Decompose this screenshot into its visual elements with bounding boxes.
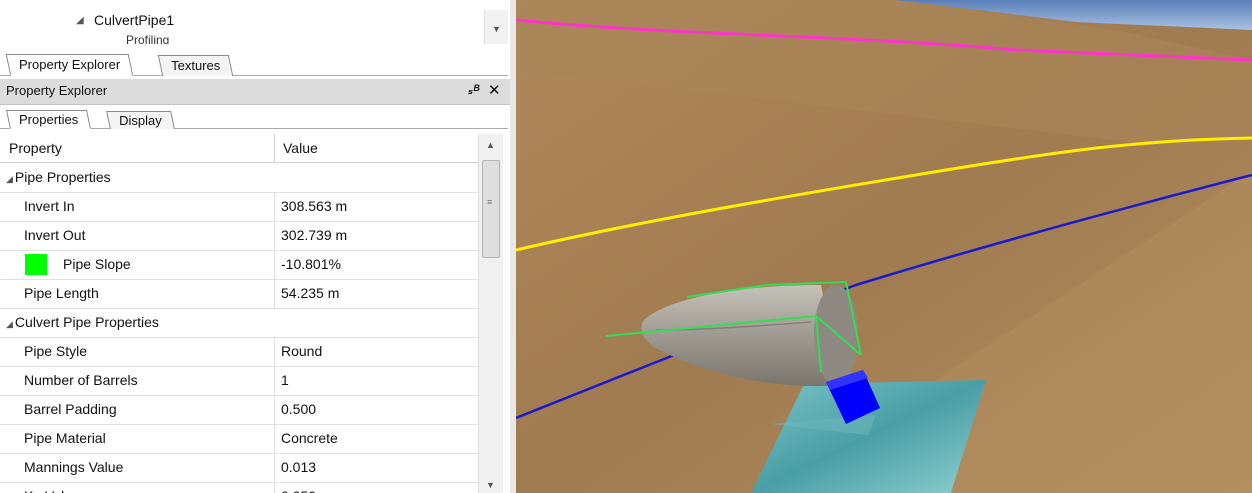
property-name-text: Pipe Style [24, 343, 88, 359]
outer-tab-bar: Textures Property Explorer [0, 51, 508, 76]
float-window-icon[interactable]: ₛ⁠ᴮ [468, 82, 479, 98]
collapse-triangle-icon[interactable]: ◢ [6, 174, 13, 184]
property-name-text: Pipe Material [24, 430, 106, 446]
property-name: Pipe Length [24, 285, 99, 301]
property-value[interactable]: Round [281, 343, 322, 359]
property-name: Pipe Slope [63, 256, 131, 272]
tree-item-label: CulvertPipe1 [94, 12, 175, 28]
tree-scrollbar[interactable]: ▼ [484, 10, 508, 44]
property-value[interactable]: -10.801% [281, 256, 341, 272]
collapse-triangle-icon[interactable]: ◢ [6, 319, 13, 329]
property-name-text: Invert Out [24, 227, 86, 243]
property-value[interactable]: 0.013 [281, 459, 316, 475]
property-value[interactable]: 54.235 m [281, 285, 339, 301]
grid-property-row[interactable]: Pipe Length 54.235 m [0, 279, 478, 309]
scroll-grip-icon: ≡ [487, 197, 493, 207]
property-name-text: Barrel Padding [24, 401, 117, 417]
tab-properties[interactable]: Properties [5, 110, 92, 129]
grid-property-row[interactable]: Pipe Material Concrete [0, 424, 478, 454]
column-header-value[interactable]: Value [283, 140, 318, 156]
property-name: ◢ Culvert Pipe Properties [6, 314, 159, 330]
scene-canvas[interactable] [516, 0, 1252, 493]
property-name: Mannings Value [24, 459, 123, 475]
property-name: Ke Value [24, 488, 80, 493]
panel-title: Property Explorer [6, 83, 108, 98]
scroll-down-arrow-icon[interactable]: ▼ [486, 480, 495, 490]
grid-category-row[interactable]: ◢ Culvert Pipe Properties [0, 308, 478, 338]
close-icon[interactable]: ✕ [488, 81, 501, 99]
property-value[interactable]: 1 [281, 372, 289, 388]
scene-tree: ◢ CulvertPipe1 Profiling ▼ [0, 0, 508, 44]
grid-scrollbar[interactable]: ▲ ≡ ▼ [478, 134, 503, 493]
property-name: Pipe Material [24, 430, 106, 446]
grid-category-row[interactable]: ◢ Pipe Properties [0, 163, 478, 193]
property-name: Invert Out [24, 227, 85, 243]
grid-property-row[interactable]: Invert In 308.563 m [0, 192, 478, 222]
scroll-up-arrow-icon[interactable]: ▲ [486, 140, 495, 150]
property-value[interactable]: 0.050 [281, 488, 316, 493]
property-name: ◢ Pipe Properties [6, 169, 111, 185]
grid-header: Property Value [0, 134, 478, 163]
property-explorer-header: Property Explorer ₛ⁠ᴮ ✕ [0, 79, 510, 105]
grid-property-row[interactable]: Mannings Value 0.013 [0, 453, 478, 483]
tab-textures[interactable]: Textures [157, 55, 234, 76]
property-name-text: Mannings Value [24, 459, 124, 475]
property-name: Invert In [24, 198, 75, 214]
property-name-text: Pipe Length [24, 285, 99, 301]
column-header-property[interactable]: Property [9, 140, 62, 156]
property-name: Barrel Padding [24, 401, 117, 417]
property-grid: Property Value ◢ Pipe Properties Invert In… [0, 134, 478, 493]
left-panel: ◢ CulvertPipe1 Profiling ▼ Textures Prop… [0, 0, 510, 493]
scrollbar-thumb[interactable] [482, 160, 500, 258]
tree-item-culvertpipe1[interactable]: ◢ CulvertPipe1 [76, 10, 174, 30]
grid-property-row[interactable]: Barrel Padding 0.500 [0, 395, 478, 425]
property-name-text: Number of Barrels [24, 372, 138, 388]
scroll-down-arrow-icon[interactable]: ▼ [492, 24, 501, 34]
property-value[interactable]: 308.563 m [281, 198, 347, 214]
property-name-text: Pipe Slope [63, 256, 131, 272]
property-value[interactable]: 302.739 m [281, 227, 347, 243]
property-name-text: Ke Value [24, 488, 80, 493]
property-value[interactable]: 0.500 [281, 401, 316, 417]
3d-viewport[interactable] [516, 0, 1252, 493]
property-value[interactable]: Concrete [281, 430, 338, 446]
tab-property-explorer[interactable]: Property Explorer [5, 54, 134, 76]
grid-property-row[interactable]: Ke Value 0.050 [0, 482, 478, 493]
property-name-text: Pipe Properties [14, 169, 111, 185]
grid-property-row[interactable]: Number of Barrels 1 [0, 366, 478, 396]
property-name-text: Culvert Pipe Properties [14, 314, 159, 330]
property-name: Number of Barrels [24, 372, 138, 388]
grid-property-row[interactable]: Pipe Slope -10.801% [0, 250, 478, 280]
tree-item-partial[interactable]: Profiling [126, 33, 169, 44]
tab-display[interactable]: Display [106, 111, 175, 129]
inner-tab-bar: Display Properties [0, 108, 508, 129]
property-name: Pipe Style [24, 343, 87, 359]
property-name-text: Invert In [24, 198, 75, 214]
slope-color-swatch [25, 254, 47, 275]
expand-triangle-icon[interactable]: ◢ [76, 15, 94, 26]
grid-property-row[interactable]: Pipe Style Round [0, 337, 478, 367]
grid-property-row[interactable]: Invert Out 302.739 m [0, 221, 478, 251]
